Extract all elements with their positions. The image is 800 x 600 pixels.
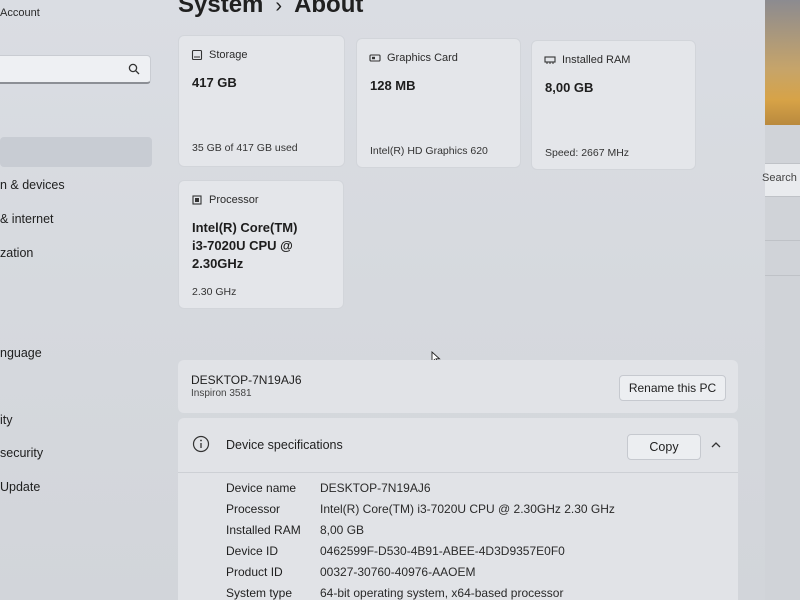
spec-key: Installed RAM <box>226 523 301 537</box>
ram-speed: Speed: 2667 MHz <box>545 147 630 159</box>
sidebar-item-personalization[interactable]: zation <box>0 246 33 260</box>
storage-icon <box>191 49 203 61</box>
chevron-up-icon[interactable] <box>710 440 722 450</box>
background-window-divider <box>765 240 800 241</box>
pc-name: DESKTOP-7N19AJ6 <box>191 373 302 387</box>
sidebar-item-bluetooth-devices[interactable]: n & devices <box>0 178 65 192</box>
spec-value[interactable]: 0462599F-D530-4B91-ABEE-4D3D9357E0F0 <box>320 544 565 558</box>
sidebar: Account n & devices & internet zation ng… <box>0 0 160 600</box>
spec-key: Device ID <box>226 544 279 558</box>
sidebar-item-network-internet[interactable]: & internet <box>0 212 54 226</box>
processor-value-line: i3-7020U CPU @ <box>192 238 293 253</box>
page-title: System › About <box>178 0 363 19</box>
sidebar-item-privacy-security[interactable]: security <box>0 446 43 460</box>
processor-value-line: 2.30GHz <box>192 256 244 271</box>
device-specifications-title: Device specifications <box>226 438 343 452</box>
ram-title: Installed RAM <box>562 54 631 66</box>
copy-button[interactable]: Copy <box>627 434 701 460</box>
background-window-divider <box>765 275 800 276</box>
spec-value[interactable]: Intel(R) Core(TM) i3-7020U CPU @ 2.30GHz… <box>320 502 615 516</box>
ram-value: 8,00 GB <box>545 80 594 95</box>
info-icon <box>192 435 210 453</box>
settings-window: Account n & devices & internet zation ng… <box>0 0 765 600</box>
sidebar-item-time-language[interactable]: nguage <box>0 346 42 360</box>
spec-row-device-id: Device ID 0462599F-D530-4B91-ABEE-4D3D935… <box>226 544 565 558</box>
sidebar-item-accessibility[interactable]: ity <box>0 413 13 427</box>
settings-search-box[interactable] <box>0 55 151 84</box>
processor-value-line: Intel(R) Core(TM) <box>192 220 298 235</box>
spec-row-product-id: Product ID 00327-30760-40976-AAOEM <box>226 565 475 579</box>
graphics-card-icon <box>369 54 381 62</box>
rename-pc-button[interactable]: Rename this PC <box>619 375 726 401</box>
processor-speed: 2.30 GHz <box>192 286 237 298</box>
processor-title: Processor <box>209 194 259 206</box>
spec-row-installed-ram: Installed RAM 8,00 GB <box>226 523 364 537</box>
installed-ram-card[interactable]: Installed RAM 8,00 GB Speed: 2667 MHz <box>531 40 696 170</box>
storage-value: 417 GB <box>192 75 237 90</box>
breadcrumb-about: About <box>294 0 364 18</box>
spec-value[interactable]: 64-bit operating system, x64-based proce… <box>320 586 563 600</box>
device-specifications-header[interactable]: Device specifications Copy <box>178 418 738 473</box>
search-input[interactable] <box>3 61 113 79</box>
graphics-card-title: Graphics Card <box>387 52 458 64</box>
breadcrumb-separator: › <box>275 0 283 17</box>
account-label: Account <box>0 7 40 19</box>
background-window-search-label: Search <box>762 172 797 184</box>
spec-value[interactable]: DESKTOP-7N19AJ6 <box>320 481 431 495</box>
processor-value: Intel(R) Core(TM) i3-7020U CPU @ 2.30GHz <box>192 219 297 273</box>
spec-value[interactable]: 00327-30760-40976-AAOEM <box>320 565 475 579</box>
spec-key: Product ID <box>226 565 283 579</box>
spec-value[interactable]: 8,00 GB <box>320 523 364 537</box>
graphics-card-name: Intel(R) HD Graphics 620 <box>370 145 488 157</box>
ram-icon <box>544 56 556 64</box>
processor-card[interactable]: Processor Intel(R) Core(TM) i3-7020U CPU… <box>178 180 344 309</box>
background-window-image <box>765 0 800 125</box>
spec-key: System type <box>226 586 293 600</box>
spec-row-device-name: Device name DESKTOP-7N19AJ6 <box>226 481 431 495</box>
storage-title: Storage <box>209 49 248 61</box>
pc-model: Inspiron 3581 <box>191 388 252 399</box>
sidebar-item-system-selected[interactable] <box>0 137 152 167</box>
graphics-card-card[interactable]: Graphics Card 128 MB Intel(R) HD Graphic… <box>356 38 521 168</box>
storage-usage: 35 GB of 417 GB used <box>192 142 298 154</box>
storage-card[interactable]: Storage 417 GB 35 GB of 417 GB used <box>178 35 345 167</box>
pc-name-panel: DESKTOP-7N19AJ6 Inspiron 3581 Rename thi… <box>178 360 738 413</box>
search-icon[interactable] <box>128 63 140 75</box>
spec-key: Device name <box>226 481 297 495</box>
processor-icon <box>192 195 202 205</box>
breadcrumb-system[interactable]: System <box>178 0 263 18</box>
spec-row-processor: Processor Intel(R) Core(TM) i3-7020U CPU … <box>226 502 615 516</box>
spec-key: Processor <box>226 502 281 516</box>
sidebar-item-windows-update[interactable]: Update <box>0 480 40 494</box>
spec-row-system-type: System type 64-bit operating system, x64-… <box>226 586 563 600</box>
device-specifications-panel: Device specifications Copy Device name DE… <box>178 418 738 600</box>
graphics-card-value: 128 MB <box>370 78 416 93</box>
